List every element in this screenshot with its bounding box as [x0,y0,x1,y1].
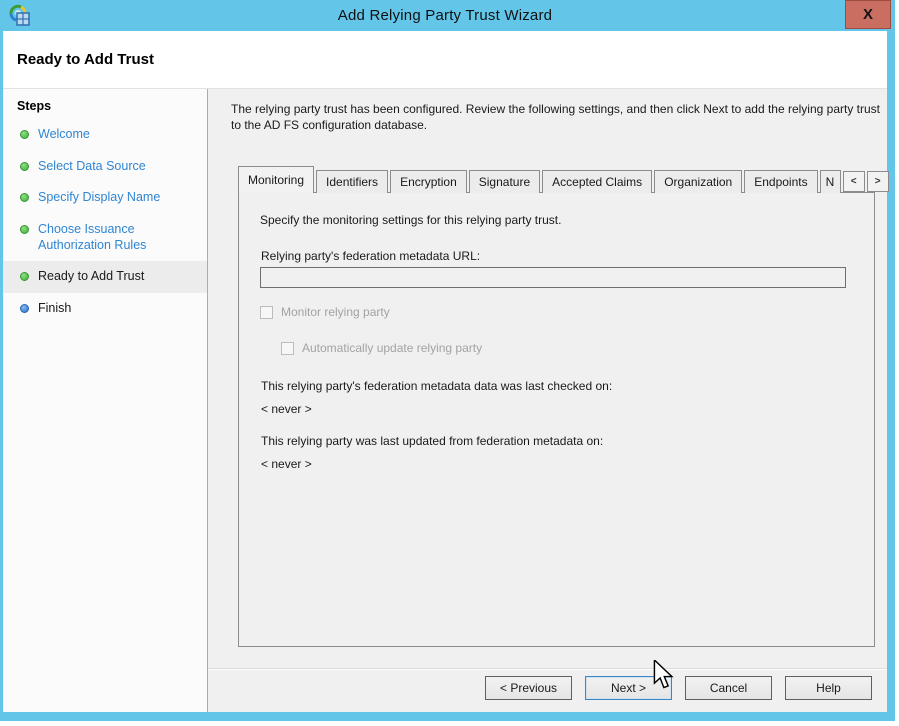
tab-notes-truncated[interactable]: N [820,170,841,193]
wizard-window: Add Relying Party Trust Wizard X Ready t… [0,0,895,721]
footer-separator [208,668,887,670]
federation-metadata-url-input [260,267,846,288]
tab-identifiers[interactable]: Identifiers [316,170,388,193]
tab-signature[interactable]: Signature [469,170,540,193]
tab-endpoints[interactable]: Endpoints [744,170,817,193]
previous-button[interactable]: < Previous [485,676,572,700]
step-label: Ready to Add Trust [38,269,144,285]
monitor-relying-party-label: Monitor relying party [281,305,390,319]
tab-scroll-right-button[interactable]: > [867,171,889,192]
wizard-header: Ready to Add Trust [3,31,887,89]
chevron-left-icon: < [851,176,857,187]
tab-accepted-claims[interactable]: Accepted Claims [542,170,652,193]
auto-update-relying-party-label: Automatically update relying party [302,341,482,355]
last-updated-value: < never > [261,457,312,471]
auto-update-relying-party-row: Automatically update relying party [281,341,482,355]
step-item-ready-to-add-trust: Ready to Add Trust [3,261,207,293]
tab-scroll-left-button[interactable]: < [843,171,865,192]
auto-update-relying-party-checkbox [281,342,294,355]
step-item-choose-issuance-authorization-rules[interactable]: Choose Issuance Authorization Rules [3,214,207,261]
footer-buttons: < Previous Next > Cancel Help [485,676,872,700]
step-status-icon [20,225,29,234]
help-button[interactable]: Help [785,676,872,700]
monitor-relying-party-row: Monitor relying party [260,305,390,319]
page-title: Ready to Add Trust [17,51,154,68]
step-status-icon [20,193,29,202]
steps-panel: Steps Welcome Select Data Source Specify… [3,89,208,712]
adfs-icon [8,4,31,27]
steps-title: Steps [3,97,207,119]
tab-encryption[interactable]: Encryption [390,170,467,193]
tab-organization[interactable]: Organization [654,170,742,193]
step-item-finish: Finish [3,293,207,325]
last-checked-value: < never > [261,402,312,416]
step-status-icon [20,130,29,139]
last-checked-label: This relying party's federation metadata… [261,379,612,393]
close-icon: X [863,6,873,23]
tab-monitoring[interactable]: Monitoring [238,166,314,193]
instruction-text: Specify the monitoring settings for this… [260,213,561,227]
cancel-button[interactable]: Cancel [685,676,772,700]
step-label: Finish [38,301,71,317]
step-label: Welcome [38,127,90,143]
wizard-body: Steps Welcome Select Data Source Specify… [3,89,887,712]
mouse-cursor [652,660,674,690]
step-label: Select Data Source [38,159,146,175]
step-label: Specify Display Name [38,190,160,206]
step-item-specify-display-name[interactable]: Specify Display Name [3,182,207,214]
federation-metadata-url-label: Relying party's federation metadata URL: [261,249,480,263]
step-item-select-data-source[interactable]: Select Data Source [3,151,207,183]
last-updated-label: This relying party was last updated from… [261,434,603,448]
step-status-icon [20,304,29,313]
description-text: The relying party trust has been configu… [231,102,883,133]
content-panel: The relying party trust has been configu… [208,89,887,712]
titlebar: Add Relying Party Trust Wizard X [3,0,887,31]
tab-strip: Monitoring Identifiers Encryption Signat… [238,166,889,193]
step-status-icon [20,162,29,171]
monitoring-tab-panel: Specify the monitoring settings for this… [238,192,875,647]
step-label: Choose Issuance Authorization Rules [38,222,188,253]
monitor-relying-party-checkbox [260,306,273,319]
step-item-welcome[interactable]: Welcome [3,119,207,151]
chevron-right-icon: > [875,176,881,187]
window-title: Add Relying Party Trust Wizard [338,7,552,24]
step-status-icon [20,272,29,281]
close-button[interactable]: X [845,0,891,29]
